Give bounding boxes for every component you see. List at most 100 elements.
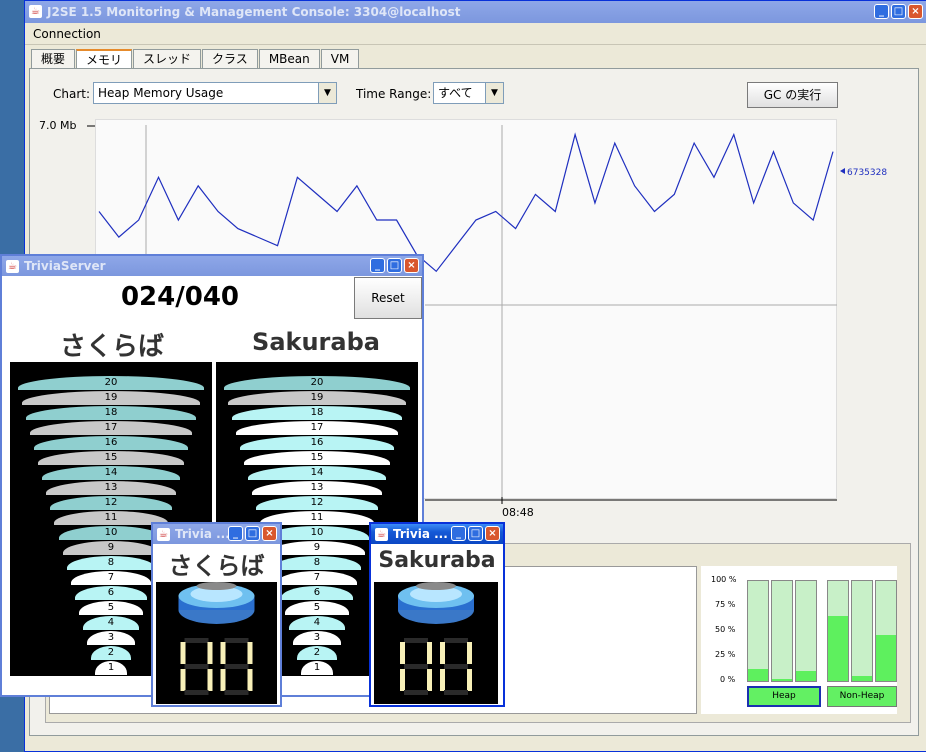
client-2-display	[374, 582, 498, 704]
digit-segment	[184, 638, 209, 643]
meter-rung: 4	[288, 616, 346, 630]
digit-segment	[444, 638, 468, 643]
meter-rung: 15	[244, 451, 390, 465]
nonheap-pool-bar[interactable]	[875, 580, 897, 682]
meter-rung: 1	[301, 661, 333, 675]
nonheap-pool-bar[interactable]	[827, 580, 849, 682]
player2-name: Sakuraba	[252, 328, 380, 356]
meter-rung: 16	[34, 436, 188, 450]
close-icon[interactable]: ×	[485, 526, 500, 541]
digit-segment	[180, 642, 186, 664]
digit-segment	[404, 638, 428, 643]
java-icon: ☕	[6, 260, 19, 273]
heap-pool-bar[interactable]	[771, 580, 793, 682]
heap-usage-line	[98, 132, 834, 273]
digit-segment	[444, 690, 468, 695]
digit-segment	[427, 669, 432, 691]
digit-segment	[224, 638, 249, 643]
bar-fill	[796, 671, 816, 681]
trivia-client-1-window: ☕ Trivia ... _ □ × さくらば	[151, 522, 282, 707]
minimize-icon[interactable]: _	[228, 526, 243, 541]
meter-rung: 2	[296, 646, 338, 660]
digit-segment	[180, 669, 186, 691]
meter-rung: 13	[46, 481, 176, 495]
close-icon[interactable]: ×	[404, 258, 419, 273]
meter-rung: 19	[228, 391, 406, 405]
meter-rung: 19	[22, 391, 200, 405]
maximize-icon[interactable]: □	[468, 526, 483, 541]
meter-rung: 7	[276, 571, 358, 585]
meter-rung: 15	[38, 451, 184, 465]
reset-button[interactable]: Reset	[354, 277, 422, 319]
x-tick-label: 08:48	[502, 506, 534, 519]
digit-segment	[440, 642, 445, 664]
digit-segment	[444, 664, 468, 669]
meter-rung: 10	[58, 526, 164, 540]
digit-segment	[247, 642, 253, 664]
digit-segment	[220, 669, 226, 691]
digit-segment	[207, 642, 213, 664]
digit-segment	[440, 669, 445, 691]
nonheap-pool-bar[interactable]	[851, 580, 873, 682]
meter-rung: 14	[42, 466, 180, 480]
bar-fill	[748, 669, 768, 681]
meter-rung: 18	[232, 406, 402, 420]
meter-rung: 14	[248, 466, 386, 480]
buzzer-button-icon	[398, 582, 474, 695]
digit-segment	[224, 690, 249, 695]
digit-segment	[184, 690, 209, 695]
digit-segment	[184, 664, 209, 669]
nonheap-button[interactable]: Non-Heap	[827, 686, 897, 707]
meter-rung: 16	[240, 436, 394, 450]
trivia-client-2-title-bar[interactable]: ☕ Trivia ... _ □ ×	[371, 524, 503, 544]
meter-rung: 5	[284, 601, 350, 615]
current-value-label: 6735328	[847, 168, 888, 178]
meter-rung: 12	[50, 496, 172, 510]
meter-rung: 6	[74, 586, 148, 600]
client-2-name: Sakuraba	[378, 548, 496, 573]
heap-button[interactable]: Heap	[747, 686, 821, 707]
meter-rung: 3	[292, 631, 342, 645]
heap-pool-bar[interactable]	[747, 580, 769, 682]
trivia-server-title-bar[interactable]: ☕ TriviaServer _ □ ×	[2, 256, 422, 276]
meter-rung: 6	[280, 586, 354, 600]
digit-segment	[224, 664, 249, 669]
meter-rung: 20	[224, 376, 410, 390]
java-icon: ☕	[157, 528, 170, 541]
meter-rung: 20	[18, 376, 204, 390]
usage-bars-panel: 100 % 75 % 50 % 25 % 0 % Heap Non-Heap	[701, 566, 897, 714]
meter-rung: 13	[252, 481, 382, 495]
client-1-name: さくらば	[168, 552, 265, 580]
close-icon[interactable]: ×	[262, 526, 277, 541]
heap-pool-bar[interactable]	[795, 580, 817, 682]
meter-rung: 9	[268, 541, 366, 555]
trivia-client-1-title-bar[interactable]: ☕ Trivia ... _ □ ×	[153, 524, 280, 544]
meter-rung: 1	[95, 661, 127, 675]
java-icon: ☕	[375, 528, 388, 541]
pct-label-25: 25 %	[715, 650, 736, 659]
bar-fill	[772, 679, 792, 681]
player1-name: さくらば	[59, 332, 164, 362]
trivia-client-2-title: Trivia ...	[393, 527, 448, 541]
minimize-icon[interactable]: _	[451, 526, 466, 541]
digit-segment	[467, 669, 472, 691]
maximize-icon[interactable]: □	[387, 258, 402, 273]
score-label: 024/040	[120, 282, 240, 312]
meter-rung: 18	[26, 406, 196, 420]
meter-rung: 17	[236, 421, 398, 435]
pct-label-0: 0 %	[720, 675, 736, 684]
bar-fill	[828, 616, 848, 681]
meter-rung: 12	[256, 496, 378, 510]
bar-fill	[876, 635, 896, 681]
digit-segment	[404, 664, 428, 669]
meter-rung: 8	[66, 556, 156, 570]
meter-rung: 17	[30, 421, 192, 435]
digit-segment	[220, 642, 226, 664]
meter-rung: 5	[78, 601, 144, 615]
digit-segment	[247, 669, 253, 691]
client-1-display	[156, 582, 277, 704]
maximize-icon[interactable]: □	[245, 526, 260, 541]
minimize-icon[interactable]: _	[370, 258, 385, 273]
meter-rung: 4	[82, 616, 140, 630]
pct-label-50: 50 %	[715, 625, 736, 634]
